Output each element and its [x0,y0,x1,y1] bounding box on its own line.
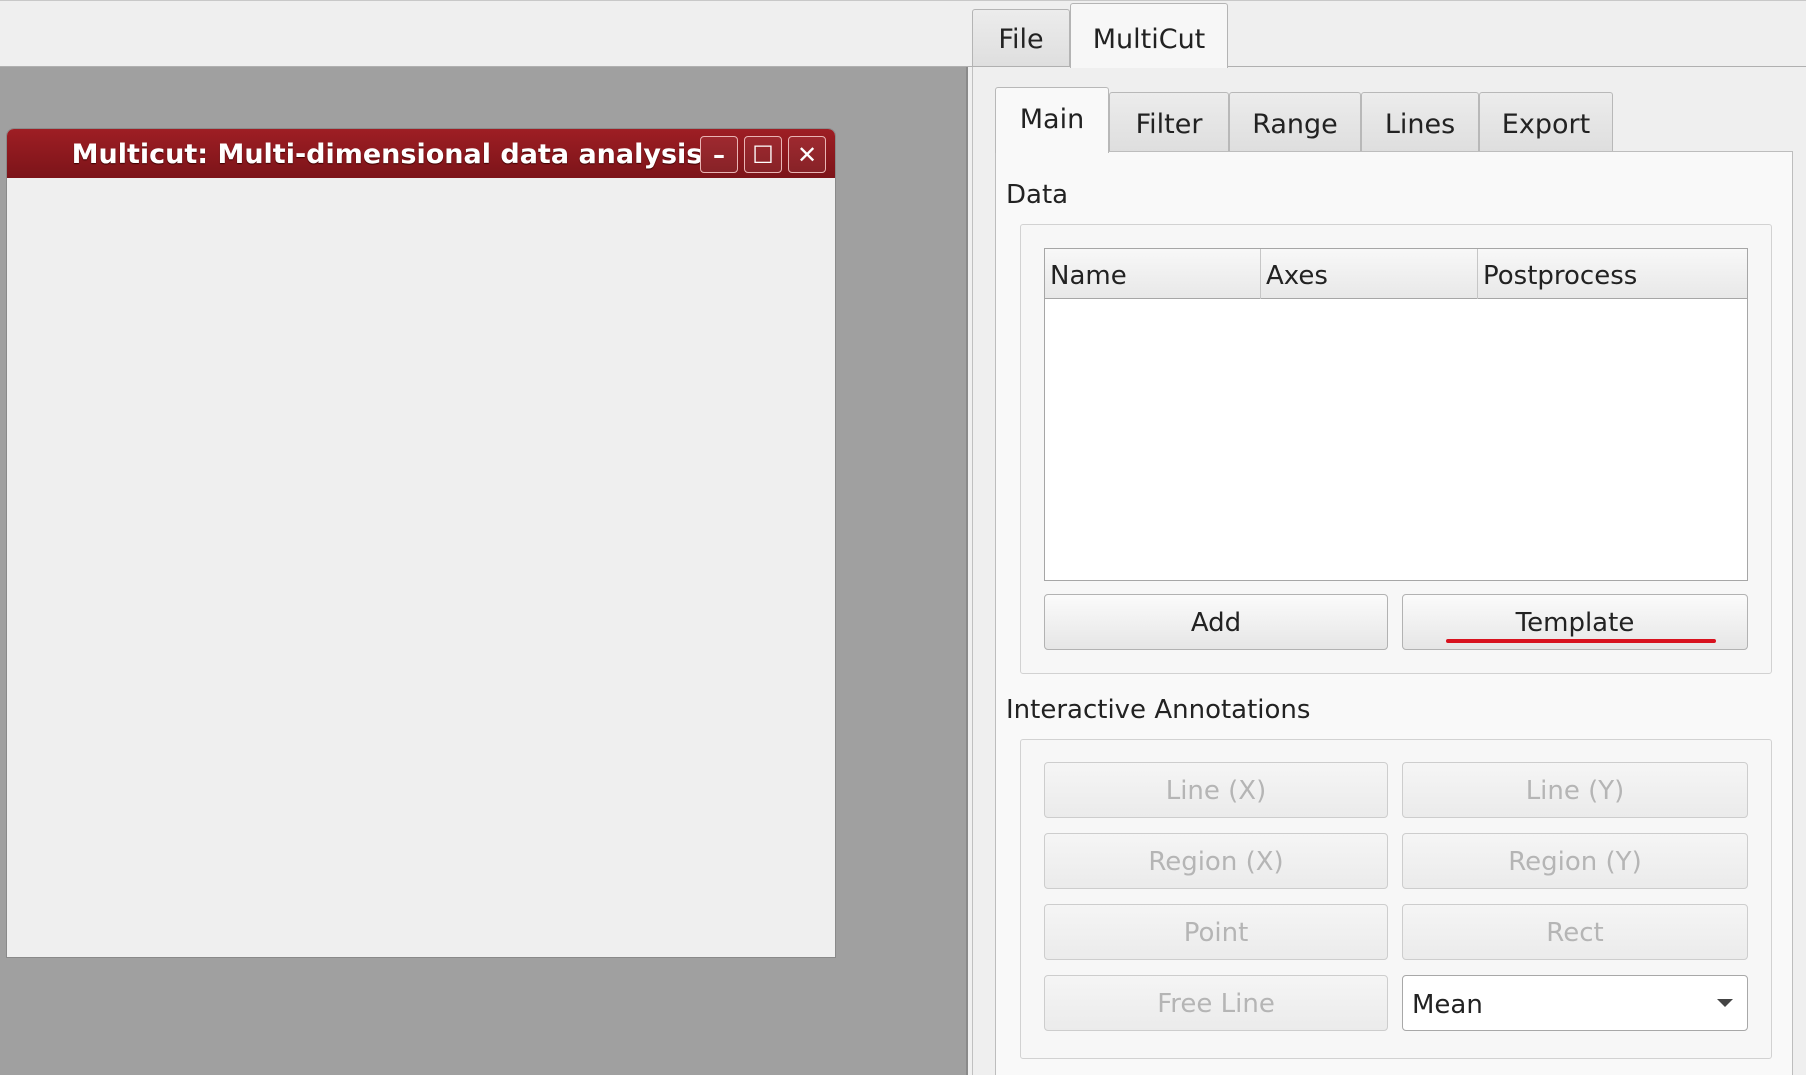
subwindow-title-bar[interactable]: Multicut: Multi-dimensional data analysi… [7,129,835,178]
tab-range[interactable]: Range [1229,92,1361,152]
line-y-button[interactable]: Line (Y) [1402,762,1748,818]
maximize-icon[interactable]: ☐ [744,136,782,173]
data-section-label: Data [1006,180,1069,210]
column-header-postprocess[interactable]: Postprocess [1478,249,1747,299]
top-tab-bar: File MultiCut [0,0,1806,68]
mode-select[interactable]: Mean [1402,975,1748,1031]
tab-lines[interactable]: Lines [1361,92,1479,152]
rect-button[interactable]: Rect [1402,904,1748,960]
add-button[interactable]: Add [1044,594,1388,650]
tab-file[interactable]: File [972,9,1070,68]
data-table-header: Name Axes Postprocess [1045,249,1747,299]
mdi-area: Multicut: Multi-dimensional data analysi… [0,67,968,1075]
region-x-button[interactable]: Region (X) [1044,833,1388,889]
main-tab-panel: Data Name Axes Postprocess Add Template … [995,151,1793,1075]
point-button[interactable]: Point [1044,904,1388,960]
region-y-button[interactable]: Region (Y) [1402,833,1748,889]
free-line-button[interactable]: Free Line [1044,975,1388,1031]
column-header-name[interactable]: Name [1045,249,1261,299]
data-groupbox: Name Axes Postprocess Add Template [1020,224,1772,674]
chevron-down-icon [1717,999,1733,1007]
close-icon[interactable]: ✕ [788,136,826,173]
mode-select-value: Mean [1412,990,1483,1020]
minimize-icon[interactable]: – [700,136,738,173]
multicut-subwindow: Multicut: Multi-dimensional data analysi… [6,128,836,958]
annotations-groupbox: Line (X) Line (Y) Region (X) Region (Y) … [1020,739,1772,1059]
tab-export[interactable]: Export [1479,92,1613,152]
column-header-axes[interactable]: Axes [1261,249,1478,299]
subwindow-body [7,178,835,957]
template-highlight-underline [1446,639,1716,643]
annotations-section-label: Interactive Annotations [1006,695,1311,725]
app-root: File MultiCut Multicut: Multi-dimensiona… [0,0,1806,1075]
tab-multicut[interactable]: MultiCut [1070,3,1228,68]
tab-main[interactable]: Main [995,87,1109,153]
multicut-dock: Main Filter Range Lines Export Data Name… [972,67,1806,1075]
data-table[interactable]: Name Axes Postprocess [1044,248,1748,581]
subwindow-title: Multicut: Multi-dimensional data analysi… [71,139,703,170]
tab-filter[interactable]: Filter [1109,92,1229,152]
line-x-button[interactable]: Line (X) [1044,762,1388,818]
